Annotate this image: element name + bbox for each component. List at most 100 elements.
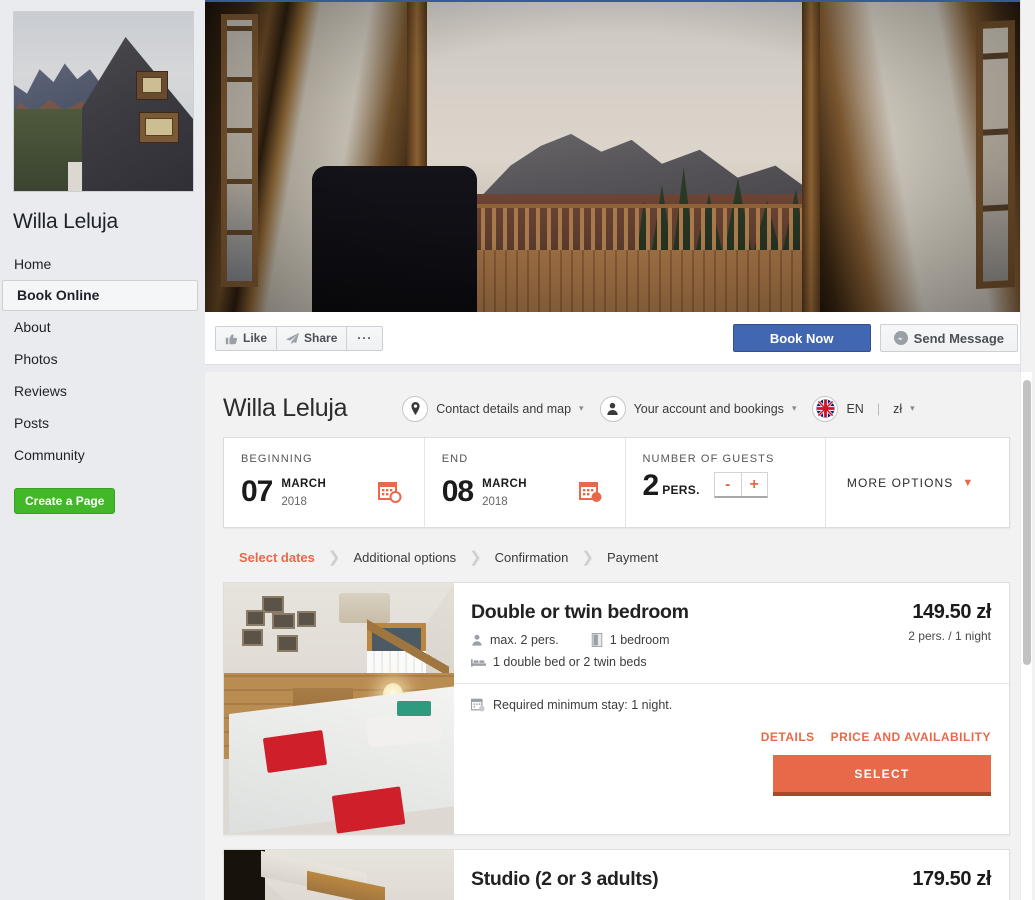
booking-steps: Select dates ❯ Additional options ❯ Conf…: [223, 528, 1010, 582]
calendar-icon: [471, 698, 485, 712]
number-of-guests-field: NUMBER OF GUESTS 2 PERS. - +: [624, 438, 826, 527]
booking-header: Willa Leluja Contact details and map ▾ Y…: [223, 372, 1010, 437]
guests-decrement-button[interactable]: -: [714, 473, 741, 496]
chevron-right-icon: ❯: [469, 549, 482, 566]
beginning-label: BEGINNING: [241, 453, 313, 465]
end-month: MARCH: [482, 478, 527, 490]
person-icon: [471, 634, 483, 646]
sidebar-item-photos[interactable]: Photos: [0, 343, 205, 375]
step-additional-options[interactable]: Additional options: [353, 550, 456, 565]
language-label: EN: [846, 401, 864, 416]
room-photo[interactable]: [224, 850, 454, 900]
guests-label: NUMBER OF GUESTS: [642, 453, 775, 465]
beginning-date-field[interactable]: BEGINNING 07 MARCH 2018: [224, 438, 424, 527]
room-minimum-stay-note: Required minimum stay: 1 night.: [454, 683, 1009, 712]
room-name: Double or twin bedroom: [471, 601, 689, 623]
like-label: Like: [243, 331, 268, 345]
booking-widget-scrollbar-thumb[interactable]: [1023, 380, 1031, 665]
send-message-label: Send Message: [913, 330, 1004, 346]
profile-photo[interactable]: [13, 11, 194, 192]
sidebar-item-book-online[interactable]: Book Online: [2, 280, 198, 311]
details-link[interactable]: DETAILS: [761, 730, 815, 744]
room-details: Studio (2 or 3 adults) 179.50 zł: [454, 850, 1009, 900]
chevron-down-icon: ▾: [579, 403, 584, 413]
bed-icon: [471, 657, 486, 668]
chevron-right-icon: ❯: [327, 549, 341, 566]
select-room-button[interactable]: SELECT: [773, 755, 991, 796]
sidebar-item-home[interactable]: Home: [0, 248, 205, 280]
guests-unit: PERS.: [662, 483, 700, 497]
beginning-year: 2018: [281, 495, 307, 508]
contact-details-label: Contact details and map: [436, 401, 572, 416]
end-year: 2018: [482, 495, 508, 508]
room-price: 179.50 zł: [912, 868, 991, 890]
more-options-cell: MORE OPTIONS ▼: [825, 438, 1009, 527]
book-now-button[interactable]: Book Now: [732, 324, 871, 352]
room-note-text: Required minimum stay: 1 night.: [493, 698, 673, 712]
contact-details-and-map-link[interactable]: Contact details and map ▾: [402, 395, 584, 422]
messenger-icon: [893, 331, 908, 345]
sidebar-item-community[interactable]: Community: [0, 439, 205, 471]
sidebar-item-reviews[interactable]: Reviews: [0, 375, 205, 407]
main-content: Like Share ··· Book Now Send Message Wil…: [205, 0, 1035, 900]
room-beds: 1 double bed or 2 twin beds: [493, 655, 647, 669]
cover-photo[interactable]: [205, 2, 1028, 312]
room-name: Studio (2 or 3 adults): [471, 868, 659, 890]
chevron-right-icon: ❯: [581, 549, 594, 566]
like-button[interactable]: Like: [215, 325, 278, 351]
more-options-button[interactable]: ···: [347, 325, 384, 351]
end-label: END: [441, 453, 469, 465]
step-confirmation[interactable]: Confirmation: [495, 550, 569, 565]
more-options-toggle[interactable]: MORE OPTIONS ▼: [826, 438, 1009, 527]
booking-title: Willa Leluja: [223, 394, 348, 422]
room-bedrooms: 1 bedroom: [609, 633, 670, 647]
beginning-day: 07: [241, 474, 273, 508]
share-label: Share: [304, 331, 338, 345]
step-payment[interactable]: Payment: [607, 550, 658, 565]
like-share-group: Like Share ···: [215, 325, 384, 351]
room-card: Studio (2 or 3 adults) 179.50 zł: [223, 849, 1010, 900]
facebook-page-booking-view: Willa Leluja Home Book Online About Phot…: [0, 0, 1035, 900]
guests-stepper: - +: [713, 472, 768, 498]
share-arrow-icon: [286, 332, 300, 345]
booking-widget-scrollbar[interactable]: [1020, 372, 1032, 900]
booking-header-links: Contact details and map ▾ Your account a…: [402, 395, 915, 422]
sidebar-nav: Home Book Online About Photos Reviews Po…: [0, 248, 205, 471]
uk-flag-icon: [812, 395, 839, 422]
price-and-availability-link[interactable]: PRICE AND AVAILABILITY: [831, 730, 991, 744]
create-a-page-button[interactable]: Create a Page: [14, 488, 116, 514]
calendar-end-icon[interactable]: [578, 480, 603, 504]
chevron-down-icon: ▾: [910, 403, 915, 413]
wall-photo-frames: [242, 595, 329, 661]
step-select-dates[interactable]: Select dates: [239, 550, 315, 565]
room-action-area: DETAILS PRICE AND AVAILABILITY SELECT: [454, 712, 1009, 812]
door-icon: [591, 633, 603, 647]
map-pin-icon: [402, 395, 429, 422]
more-options-label: MORE OPTIONS: [846, 475, 954, 490]
share-button[interactable]: Share: [277, 325, 348, 351]
end-day: 08: [441, 474, 474, 508]
room-capacity: max. 2 pers.: [490, 633, 559, 647]
calendar-start-icon[interactable]: [377, 480, 402, 504]
end-date-field[interactable]: END 08 MARCH 2018: [423, 438, 625, 527]
date-selection-bar: BEGINNING 07 MARCH 2018 END 08 MARCH 201…: [223, 437, 1010, 528]
language-currency-selector[interactable]: EN | zł ▾: [812, 395, 915, 422]
chevron-down-icon: ▼: [962, 476, 975, 489]
chevron-down-icon: ▾: [791, 403, 797, 413]
room-details: Double or twin bedroom max. 2 pers. 1 be…: [454, 583, 1009, 834]
room-price: 149.50 zł: [912, 601, 991, 623]
page-action-bar: Like Share ··· Book Now Send Message: [205, 312, 1028, 365]
sidebar-item-posts[interactable]: Posts: [0, 407, 205, 439]
currency-label: zł: [893, 401, 903, 416]
separator: |: [876, 401, 881, 416]
page-title: Willa Leluja: [13, 210, 118, 233]
left-sidebar: Willa Leluja Home Book Online About Phot…: [0, 0, 205, 900]
room-photo[interactable]: [224, 583, 454, 834]
send-message-button[interactable]: Send Message: [879, 324, 1018, 352]
person-icon: [599, 395, 626, 422]
guests-increment-button[interactable]: +: [740, 473, 767, 496]
your-account-and-bookings-link[interactable]: Your account and bookings ▾: [599, 395, 797, 422]
sidebar-item-about[interactable]: About: [0, 311, 205, 343]
room-card: Double or twin bedroom max. 2 pers. 1 be…: [223, 582, 1010, 835]
thumbs-up-icon: [225, 332, 238, 345]
